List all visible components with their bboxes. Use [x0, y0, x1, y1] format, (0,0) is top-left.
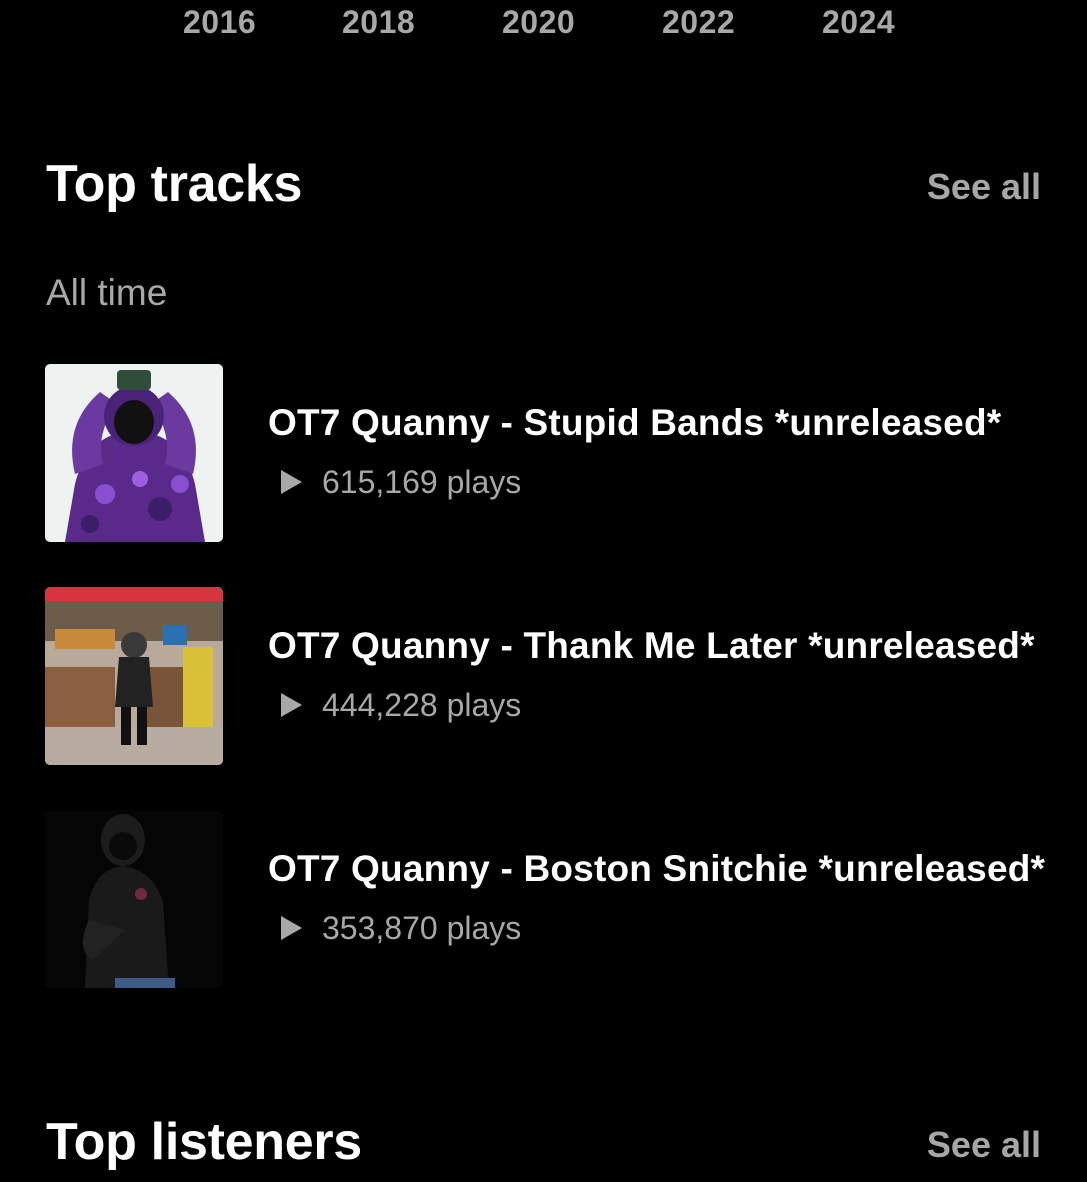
play-icon — [281, 916, 302, 940]
top-listeners-see-all-link[interactable]: See all — [927, 1124, 1041, 1166]
year-label: 2020 — [502, 4, 576, 40]
top-tracks-header: Top tracks See all — [46, 154, 1041, 224]
year-axis: 2016 2018 2020 2022 2024 — [0, 4, 1087, 48]
track-artwork — [45, 810, 223, 988]
year-label: 2022 — [662, 4, 736, 40]
top-tracks-title: Top tracks — [46, 155, 303, 213]
track-row[interactable]: OT7 Quanny - Boston Snitchie *unreleased… — [45, 810, 1087, 988]
plays-info: 444,228 plays — [278, 685, 521, 725]
track-row[interactable]: OT7 Quanny - Thank Me Later *unreleased*… — [45, 587, 1087, 765]
plays-count: 444,228 plays — [322, 686, 522, 723]
year-label: 2016 — [183, 4, 257, 40]
year-label: 2018 — [342, 4, 416, 40]
plays-info: 615,169 plays — [278, 462, 521, 502]
plays-count: 615,169 plays — [322, 463, 522, 500]
plays-count: 353,870 plays — [322, 909, 522, 946]
top-tracks-see-all-link[interactable]: See all — [927, 166, 1041, 208]
track-artwork — [45, 587, 223, 765]
track-title: OT7 Quanny - Thank Me Later *unreleased* — [268, 625, 1035, 666]
play-icon — [281, 693, 302, 717]
year-label: 2024 — [822, 4, 896, 40]
track-row[interactable]: OT7 Quanny - Stupid Bands *unreleased* 6… — [45, 364, 1087, 542]
track-title: OT7 Quanny - Boston Snitchie *unreleased… — [268, 848, 1045, 889]
period-label: All time — [46, 272, 168, 313]
top-listeners-header: Top listeners See all — [46, 1112, 1041, 1182]
top-listeners-title: Top listeners — [46, 1113, 362, 1171]
play-icon — [281, 470, 302, 494]
track-artwork — [45, 364, 223, 542]
plays-info: 353,870 plays — [278, 908, 521, 948]
track-title: OT7 Quanny - Stupid Bands *unreleased* — [268, 402, 1002, 443]
